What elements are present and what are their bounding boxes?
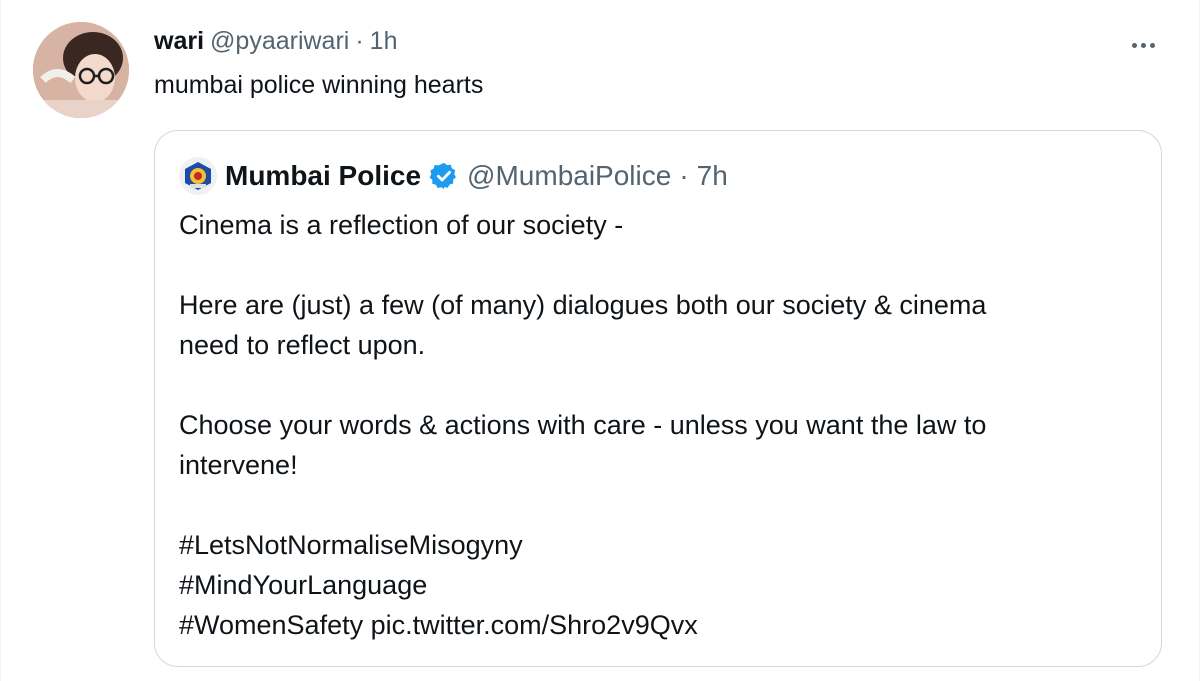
quoted-author-handle[interactable]: @MumbaiPolice — [467, 160, 671, 192]
verified-badge-icon — [429, 161, 459, 191]
quoted-tweet-header: Mumbai Police @MumbaiPolice · 7h — [179, 155, 728, 197]
quoted-text-line: Choose your words & actions with care - … — [179, 410, 987, 440]
quoted-text-line: Here are (just) a few (of many) dialogue… — [179, 290, 987, 320]
quoted-tweet-text: Cinema is a reflection of our society - … — [179, 205, 1139, 645]
quoted-text-line: need to reflect upon. — [179, 330, 426, 360]
hashtag-link[interactable]: #LetsNotNormaliseMisogyny — [179, 525, 1139, 565]
hashtag-and-media-link[interactable]: #WomenSafety pic.twitter.com/Shro2v9Qvx — [179, 605, 1139, 645]
tweet-header: wari @pyaariwari · 1h — [154, 24, 397, 58]
avatar[interactable] — [33, 22, 129, 118]
separator-dot: · — [355, 26, 364, 55]
author-handle[interactable]: @pyaariwari — [210, 27, 349, 56]
quoted-author-name[interactable]: Mumbai Police — [225, 160, 421, 192]
separator-dot: · — [679, 160, 689, 191]
quoted-text-line: intervene! — [179, 450, 298, 480]
quoted-tweet-timestamp[interactable]: 7h — [697, 160, 728, 192]
profile-photo — [33, 22, 129, 118]
quoted-tweet[interactable]: Mumbai Police @MumbaiPolice · 7h Cinema … — [154, 130, 1162, 667]
author-name[interactable]: wari — [154, 27, 204, 56]
tweet-timestamp[interactable]: 1h — [370, 27, 398, 56]
tweet-text: mumbai police winning hearts — [154, 71, 484, 99]
hashtag-link[interactable]: #MindYourLanguage — [179, 565, 1139, 605]
mumbai-police-logo-icon[interactable] — [179, 157, 217, 195]
more-horizontal-icon[interactable] — [1123, 30, 1163, 60]
quoted-text-line: Cinema is a reflection of our society - — [179, 210, 624, 240]
